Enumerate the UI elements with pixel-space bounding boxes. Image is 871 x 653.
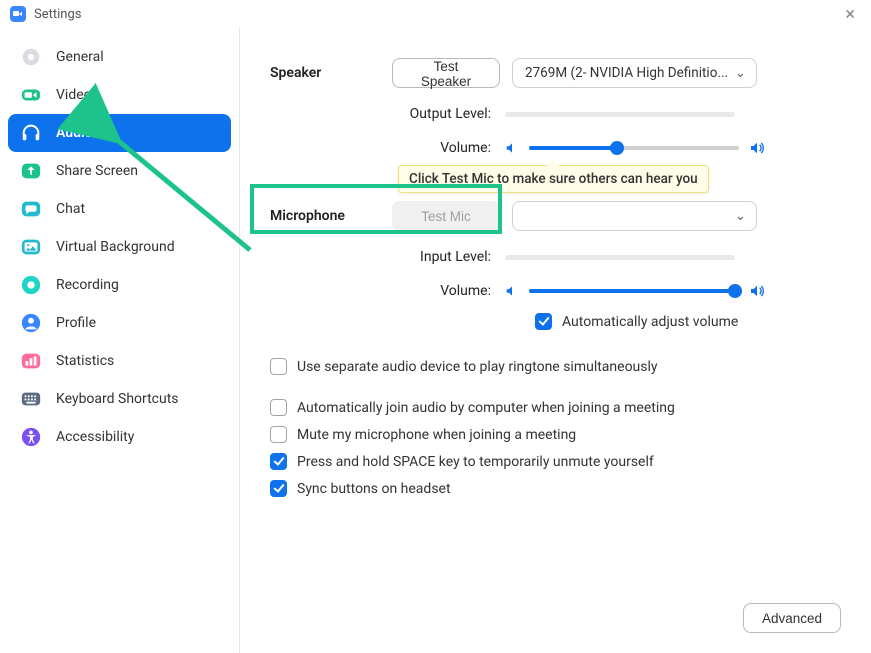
sidebar-item-virtual-background[interactable]: Virtual Background [8, 228, 231, 266]
auto-adjust-label: Automatically adjust volume [562, 314, 738, 330]
keyboard-icon [20, 388, 42, 410]
recording-icon [20, 274, 42, 296]
statistics-icon [20, 350, 42, 372]
sync-headset-label: Sync buttons on headset [297, 481, 451, 497]
speaker-device-select[interactable]: 2769M (2- NVIDIA High Definitio... ⌄ [512, 58, 757, 88]
sidebar-label: Statistics [56, 353, 114, 369]
sidebar-label: Share Screen [56, 163, 138, 179]
mic-volume-slider[interactable] [529, 289, 739, 293]
sidebar-item-statistics[interactable]: Statistics [8, 342, 231, 380]
input-level-meter [505, 255, 735, 260]
chevron-down-icon: ⌄ [735, 208, 746, 224]
mute-on-join-label: Mute my microphone when joining a meetin… [297, 427, 576, 443]
sidebar-label: Profile [56, 315, 96, 331]
sidebar-label: Keyboard Shortcuts [56, 391, 179, 407]
sidebar-item-audio[interactable]: Audio [8, 114, 231, 152]
sidebar-item-share-screen[interactable]: Share Screen [8, 152, 231, 190]
test-mic-tooltip: Click Test Mic to make sure others can h… [398, 165, 709, 193]
sync-headset-checkbox[interactable] [270, 480, 287, 497]
auto-adjust-volume-checkbox[interactable] [535, 313, 552, 330]
headphones-icon [20, 122, 42, 144]
speaker-heading: Speaker [270, 65, 380, 81]
sidebar-label: Video [56, 87, 92, 103]
accessibility-icon [20, 426, 42, 448]
microphone-heading: Microphone [270, 208, 380, 224]
virtual-bg-icon [20, 236, 42, 258]
volume-low-icon [505, 284, 519, 298]
volume-high-icon [749, 140, 765, 156]
profile-icon [20, 312, 42, 334]
test-speaker-button[interactable]: Test Speaker [392, 58, 500, 88]
main-content: Speaker Test Speaker 2769M (2- NVIDIA Hi… [240, 28, 871, 653]
sidebar-item-accessibility[interactable]: Accessibility [8, 418, 231, 456]
sidebar-item-profile[interactable]: Profile [8, 304, 231, 342]
ringtone-device-checkbox[interactable] [270, 358, 287, 375]
chevron-down-icon: ⌄ [735, 65, 746, 81]
test-mic-button[interactable]: Test Mic [392, 201, 500, 231]
space-unmute-label: Press and hold SPACE key to temporarily … [297, 454, 654, 470]
sidebar-item-general[interactable]: General [8, 38, 231, 76]
sidebar-label: Virtual Background [56, 239, 175, 255]
sidebar-label: Recording [56, 277, 119, 293]
share-screen-icon [20, 160, 42, 182]
gear-icon [20, 46, 42, 68]
space-unmute-checkbox[interactable] [270, 453, 287, 470]
volume-high-icon [749, 283, 765, 299]
sidebar-item-keyboard-shortcuts[interactable]: Keyboard Shortcuts [8, 380, 231, 418]
close-icon[interactable]: × [839, 4, 861, 25]
microphone-device-select[interactable]: ⌄ [512, 201, 757, 231]
speaker-device-value: 2769M (2- NVIDIA High Definitio... [525, 65, 728, 81]
sidebar-label: Chat [56, 201, 85, 217]
window-title: Settings [34, 7, 81, 22]
auto-join-audio-checkbox[interactable] [270, 399, 287, 416]
output-level-label: Output Level: [270, 106, 505, 122]
sidebar-item-video[interactable]: Video [8, 76, 231, 114]
advanced-button[interactable]: Advanced [743, 603, 841, 633]
volume-low-icon [505, 141, 519, 155]
speaker-volume-label: Volume: [270, 140, 505, 156]
mute-on-join-checkbox[interactable] [270, 426, 287, 443]
ringtone-label: Use separate audio device to play ringto… [297, 359, 658, 375]
sidebar: General Video Audio Share Screen Chat [0, 28, 240, 653]
output-level-meter [505, 112, 735, 117]
sidebar-label: Accessibility [56, 429, 134, 445]
auto-join-label: Automatically join audio by computer whe… [297, 400, 675, 416]
video-icon [20, 84, 42, 106]
sidebar-label: General [56, 49, 104, 65]
app-icon [10, 6, 26, 22]
mic-volume-label: Volume: [270, 283, 505, 299]
sidebar-label: Audio [56, 125, 93, 141]
speaker-volume-slider[interactable] [529, 146, 739, 150]
sidebar-item-chat[interactable]: Chat [8, 190, 231, 228]
input-level-label: Input Level: [270, 249, 505, 265]
chat-icon [20, 198, 42, 220]
sidebar-item-recording[interactable]: Recording [8, 266, 231, 304]
